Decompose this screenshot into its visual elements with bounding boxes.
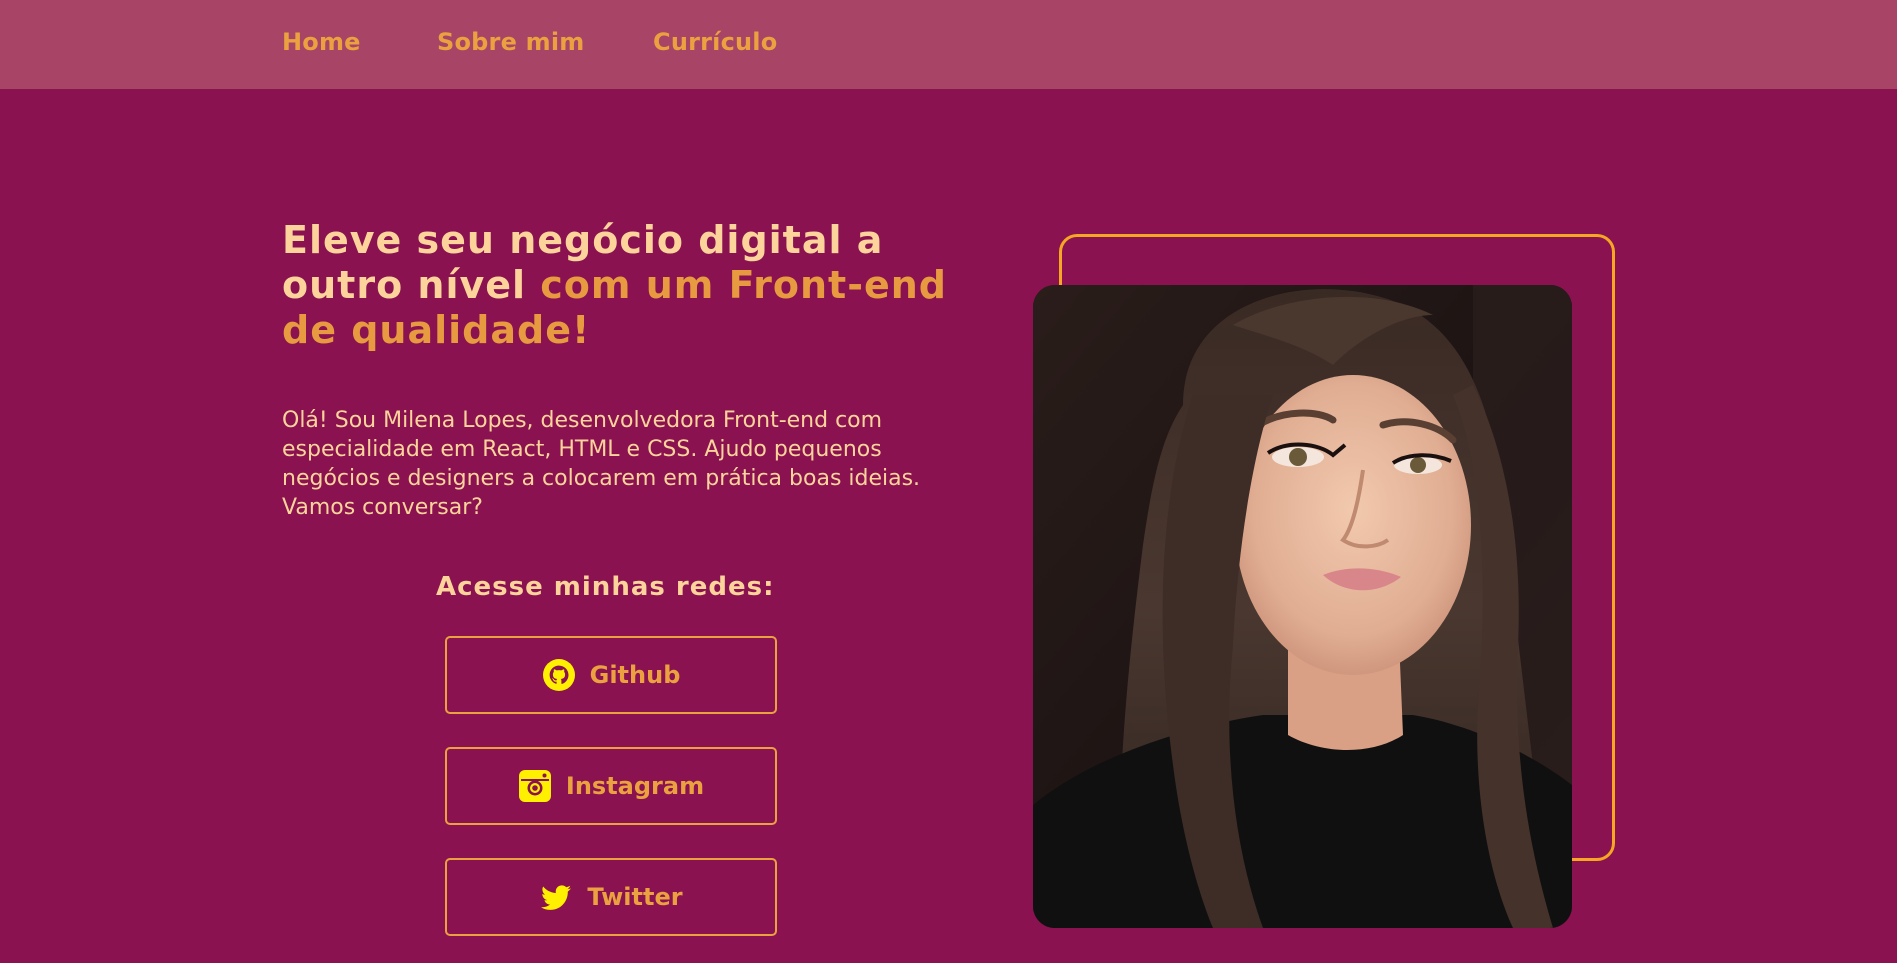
social-heading: Acesse minhas redes: (436, 572, 775, 602)
github-label: Github (589, 661, 681, 689)
intro-paragraph: Olá! Sou Milena Lopes, desenvolvedora Fr… (282, 408, 921, 520)
twitter-icon (539, 880, 573, 914)
profile-photo (1033, 285, 1572, 928)
navbar: Home Sobre mim Currículo (0, 0, 1897, 89)
twitter-label: Twitter (587, 883, 683, 911)
instagram-icon (518, 769, 552, 803)
instagram-button[interactable]: Instagram (445, 747, 777, 825)
twitter-button[interactable]: Twitter (445, 858, 777, 936)
nav-home-link[interactable]: Home (282, 28, 361, 56)
instagram-label: Instagram (565, 772, 705, 800)
hero-headline: Eleve seu negócio digital a outro nível … (282, 218, 982, 353)
nav-about-link[interactable]: Sobre mim (437, 28, 584, 56)
nav-resume-link[interactable]: Currículo (653, 28, 777, 56)
github-icon (542, 658, 576, 692)
github-button[interactable]: Github (445, 636, 777, 714)
